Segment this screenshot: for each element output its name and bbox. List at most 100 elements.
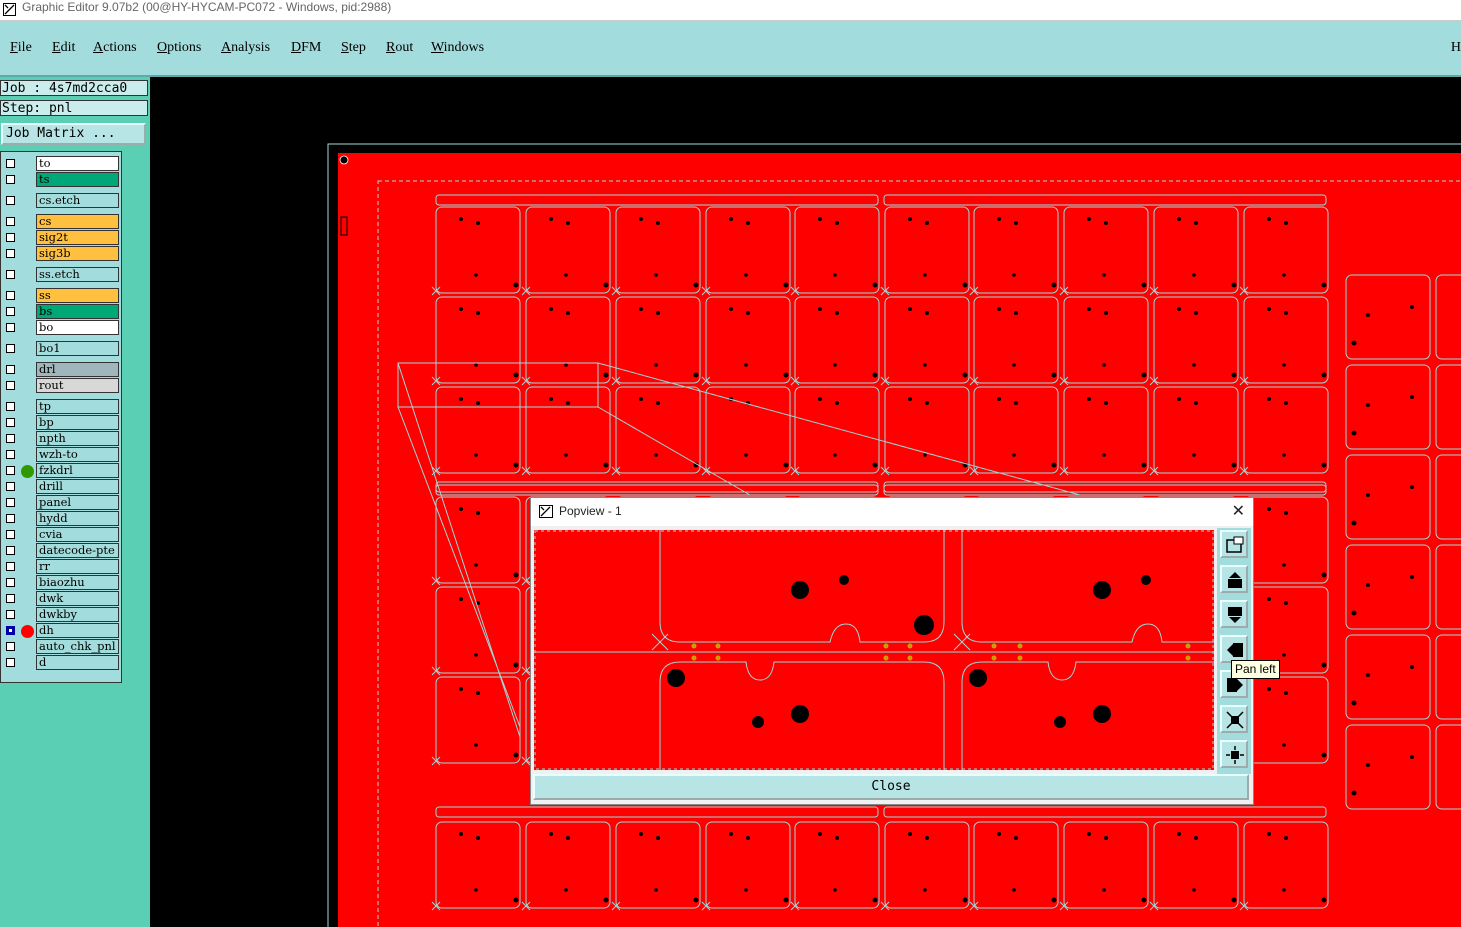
- layer-checkbox[interactable]: [6, 291, 15, 300]
- layer-row-bp[interactable]: bp: [1, 415, 123, 431]
- layer-checkbox[interactable]: [6, 530, 15, 539]
- layer-row-bs[interactable]: bs: [1, 304, 123, 320]
- layer-checkbox[interactable]: [6, 594, 15, 603]
- layer-checkbox[interactable]: [6, 159, 15, 168]
- layer-name[interactable]: dwkby: [36, 607, 119, 622]
- layer-row-bo1[interactable]: bo1: [1, 341, 123, 357]
- layer-row-cs-etch[interactable]: cs.etch: [1, 193, 123, 209]
- layer-checkbox[interactable]: [6, 196, 15, 205]
- layer-checkbox[interactable]: [6, 249, 15, 258]
- layer-name[interactable]: fzkdrl: [36, 463, 119, 478]
- layer-name[interactable]: bs: [36, 304, 119, 319]
- menu-file[interactable]: File: [10, 40, 32, 56]
- layer-row-sig3b[interactable]: sig3b: [1, 246, 123, 262]
- layer-checkbox[interactable]: [6, 578, 15, 587]
- layer-row-panel[interactable]: panel: [1, 495, 123, 511]
- menu-analysis[interactable]: Analysis: [221, 40, 270, 56]
- layer-row-dwk[interactable]: dwk: [1, 591, 123, 607]
- layer-name[interactable]: rout: [36, 378, 119, 393]
- layer-name[interactable]: bp: [36, 415, 119, 430]
- layer-row-d[interactable]: d: [1, 655, 123, 671]
- layer-row-rout[interactable]: rout: [1, 378, 123, 394]
- layer-name[interactable]: rr: [36, 559, 119, 574]
- layer-row-sig2t[interactable]: sig2t: [1, 230, 123, 246]
- layer-row-rr[interactable]: rr: [1, 559, 123, 575]
- layer-name[interactable]: bo1: [36, 341, 119, 356]
- menu-step[interactable]: Step: [341, 40, 366, 56]
- layer-checkbox[interactable]: [6, 233, 15, 242]
- layer-name[interactable]: dwk: [36, 591, 119, 606]
- popview-close-icon[interactable]: ✕: [1232, 501, 1245, 520]
- layer-row-dh[interactable]: dh: [1, 623, 123, 639]
- layer-name[interactable]: cs: [36, 214, 119, 229]
- menu-help[interactable]: H: [1451, 40, 1461, 56]
- pan-down-button[interactable]: [1220, 600, 1248, 628]
- pan-up-button[interactable]: [1220, 565, 1248, 593]
- layer-row-ts[interactable]: ts: [1, 172, 123, 188]
- layer-row-dwkby[interactable]: dwkby: [1, 607, 123, 623]
- layer-checkbox[interactable]: [6, 418, 15, 427]
- popview-canvas[interactable]: [534, 530, 1214, 770]
- layer-name[interactable]: to: [36, 156, 119, 171]
- layer-checkbox[interactable]: [6, 270, 15, 279]
- layer-name[interactable]: wzh-to: [36, 447, 119, 462]
- layer-name[interactable]: dh: [36, 623, 119, 638]
- layer-row-hydd[interactable]: hydd: [1, 511, 123, 527]
- layer-row-tp[interactable]: tp: [1, 399, 123, 415]
- layer-name[interactable]: drl: [36, 362, 119, 377]
- popview-close-button[interactable]: Close: [533, 774, 1249, 800]
- layer-row-npth[interactable]: npth: [1, 431, 123, 447]
- layer-name[interactable]: sig3b: [36, 246, 119, 261]
- layer-row-drl[interactable]: drl: [1, 362, 123, 378]
- layer-checkbox[interactable]: [6, 323, 15, 332]
- menu-actions[interactable]: Actions: [93, 40, 137, 56]
- layer-row-wzh-to[interactable]: wzh-to: [1, 447, 123, 463]
- layer-row-auto-chk-pnl[interactable]: auto_chk_pnl: [1, 639, 123, 655]
- layer-checkbox[interactable]: [6, 365, 15, 374]
- layer-checkbox[interactable]: [6, 642, 15, 651]
- menu-options[interactable]: Options: [157, 40, 201, 56]
- layer-checkbox[interactable]: [6, 381, 15, 390]
- layer-name[interactable]: sig2t: [36, 230, 119, 245]
- layer-name[interactable]: cs.etch: [36, 193, 119, 208]
- layer-row-cvia[interactable]: cvia: [1, 527, 123, 543]
- menu-dfm[interactable]: DFM: [291, 40, 321, 56]
- layer-checkbox[interactable]: [6, 175, 15, 184]
- layer-name[interactable]: panel: [36, 495, 119, 510]
- layer-checkbox[interactable]: [6, 307, 15, 316]
- layer-name[interactable]: drill: [36, 479, 119, 494]
- layer-checkbox[interactable]: [6, 562, 15, 571]
- layer-row-drill[interactable]: drill: [1, 479, 123, 495]
- layer-checkbox[interactable]: [6, 482, 15, 491]
- layer-name[interactable]: cvia: [36, 527, 119, 542]
- menu-edit[interactable]: Edit: [52, 40, 75, 56]
- layer-name[interactable]: ts: [36, 172, 119, 187]
- layer-name[interactable]: tp: [36, 399, 119, 414]
- layer-row-ss[interactable]: ss: [1, 288, 123, 304]
- layer-row-cs[interactable]: cs: [1, 214, 123, 230]
- layer-checkbox[interactable]: [6, 498, 15, 507]
- layer-checkbox[interactable]: [6, 344, 15, 353]
- layer-row-biaozhu[interactable]: biaozhu: [1, 575, 123, 591]
- zoom-in-button[interactable]: [1220, 705, 1248, 733]
- zoom-out-button[interactable]: [1220, 740, 1248, 768]
- layer-checkbox[interactable]: [6, 546, 15, 555]
- layer-checkbox[interactable]: [6, 402, 15, 411]
- layer-checkbox[interactable]: [6, 450, 15, 459]
- popview-board-view[interactable]: [534, 530, 1214, 770]
- layer-name[interactable]: hydd: [36, 511, 119, 526]
- layer-name[interactable]: auto_chk_pnl: [36, 639, 119, 654]
- layer-name[interactable]: d: [36, 655, 119, 670]
- layer-name[interactable]: bo: [36, 320, 119, 335]
- job-matrix-button[interactable]: Job Matrix ...: [1, 123, 146, 145]
- layer-name[interactable]: datecode-pte: [36, 543, 119, 558]
- zoom-window-button[interactable]: [1220, 530, 1248, 558]
- layer-checkbox[interactable]: [6, 466, 15, 475]
- layer-row-bo[interactable]: bo: [1, 320, 123, 336]
- layer-checkbox[interactable]: [6, 217, 15, 226]
- layer-name[interactable]: npth: [36, 431, 119, 446]
- layer-checkbox[interactable]: [6, 626, 15, 635]
- layer-checkbox[interactable]: [6, 434, 15, 443]
- pan-left-button[interactable]: [1220, 635, 1248, 663]
- layer-name[interactable]: ss.etch: [36, 267, 119, 282]
